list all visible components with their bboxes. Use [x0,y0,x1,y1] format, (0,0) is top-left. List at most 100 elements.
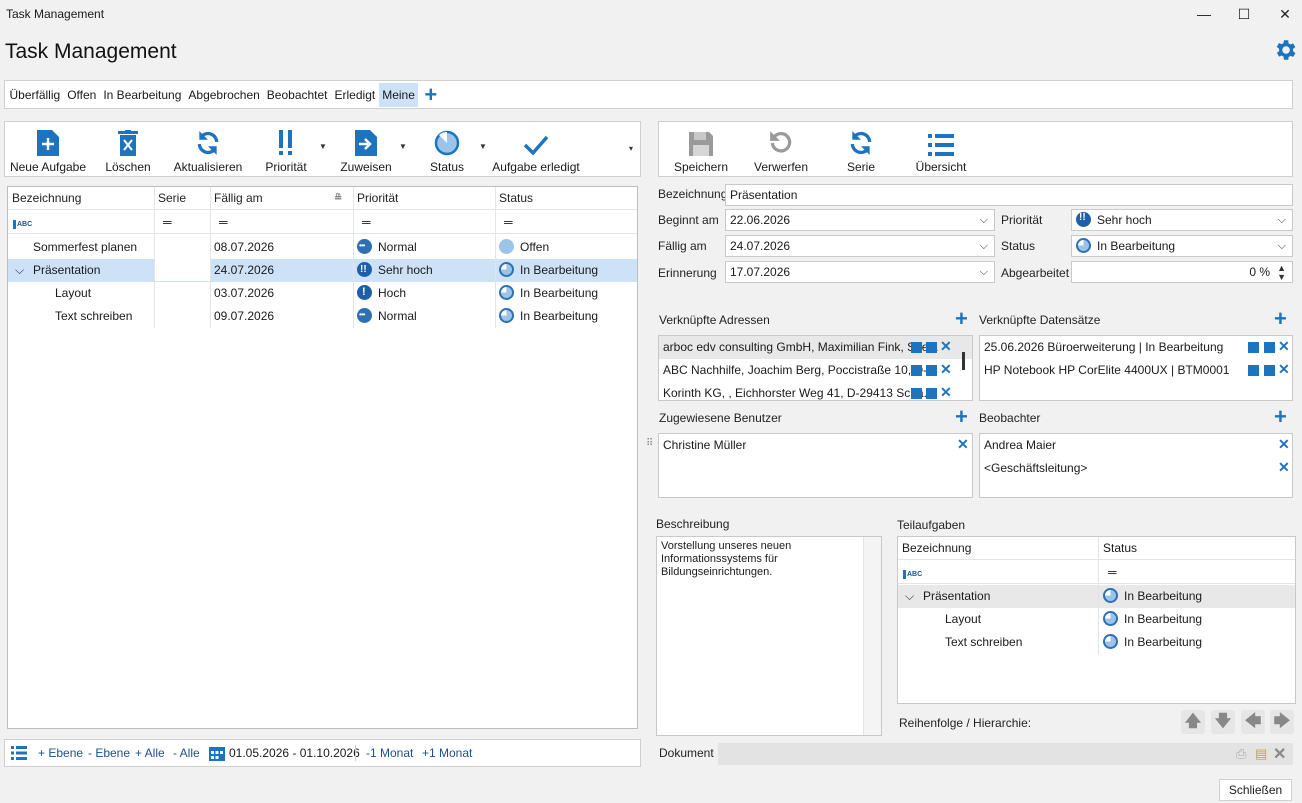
table-row[interactable]: Layout 03.07.2026 Hoch In Bearbeitung [8,282,637,305]
remove-icon[interactable]: ✕ [1278,361,1290,378]
priority-select[interactable]: Sehr hoch⌵ [1071,208,1293,231]
status-select[interactable]: In Bearbeitung ⌵ [1071,235,1293,257]
col-priority[interactable]: Priorität [357,187,398,210]
new-document-icon[interactable]: ▤ [1255,746,1267,762]
open-link-icon[interactable] [911,388,922,399]
progress-spinner[interactable]: 0 % ▲ ▼ [1071,261,1293,283]
chevron-down-icon[interactable]: ⌵ [980,236,988,256]
filter-status[interactable]: ═ [504,211,513,234]
col-series[interactable]: Serie [158,187,186,210]
status-button[interactable]: Status [425,122,469,176]
tab-in-progress[interactable]: In Bearbeitung [100,83,185,107]
list-item[interactable]: Christine Müller [659,434,972,457]
open-link-icon[interactable] [1248,342,1259,353]
assign-button[interactable]: Zuweisen [339,122,393,176]
gear-icon[interactable] [1272,37,1298,63]
tab-overdue[interactable]: Überfällig [6,83,64,107]
reminder-field[interactable]: 17.07.2026 ⌵ [725,261,995,283]
chevron-down-icon[interactable]: ⌵ [1278,236,1286,256]
col-status[interactable]: Status [499,187,533,210]
remove-icon[interactable]: ✕ [1278,338,1290,355]
date-range[interactable]: 01.05.2026 - 01.10.2026 [229,740,360,766]
expand-chevron-icon[interactable]: ⌵ [905,585,914,608]
filter-status[interactable]: ═ [1108,561,1117,584]
attach-icon[interactable]: ⎙ [1236,746,1246,762]
add-address-icon[interactable]: + [955,308,968,330]
remove-icon[interactable]: ✕ [1278,459,1290,476]
col-name[interactable]: Bezeichnung [902,537,971,560]
document-field[interactable]: ⎙ ▤ ✕ [718,743,1293,765]
lookup-icon[interactable] [1264,342,1275,353]
next-month-link[interactable]: +1 Monat [422,740,472,766]
new-task-button[interactable]: Neue Aufgabe [9,122,87,176]
open-link-icon[interactable] [1248,365,1259,376]
lookup-icon[interactable] [926,342,937,353]
lookup-icon[interactable] [926,365,937,376]
calendar-icon[interactable] [209,745,225,761]
filter-priority[interactable]: ═ [362,211,371,234]
toolbar-overflow-icon[interactable]: ▾ [629,144,633,153]
priority-dropdown-icon[interactable]: ▼ [319,142,327,151]
remove-icon[interactable]: ✕ [940,338,952,355]
add-record-icon[interactable]: + [1274,308,1287,330]
due-date-field[interactable]: 24.07.2026 ⌵ [725,235,995,257]
maximize-button[interactable]: ☐ [1226,2,1262,26]
save-button[interactable]: Speichern [669,122,733,176]
lookup-icon[interactable] [1264,365,1275,376]
open-link-icon[interactable] [911,342,922,353]
close-button[interactable]: Schließen [1219,779,1292,801]
list-item[interactable]: 25.06.2026 Büroerweiterung | In Bearbeit… [980,336,1292,359]
col-status[interactable]: Status [1103,537,1137,560]
chevron-down-icon[interactable]: ⌵ [980,210,988,230]
table-row-selected[interactable]: ⌵ Präsentation In Bearbeitung [898,585,1295,608]
table-row[interactable]: Text schreiben 09.07.2026 Normal In Bear… [8,305,637,328]
open-link-icon[interactable] [911,365,922,376]
expand-all-link[interactable]: + Alle [135,740,165,766]
remove-icon[interactable]: ✕ [940,384,952,400]
minimize-button[interactable]: — [1186,2,1222,26]
previous-month-link[interactable]: -1 Monat [366,740,413,766]
spinner-arrows-icon[interactable]: ▲ ▼ [1277,264,1286,282]
tab-done[interactable]: Erledigt [331,83,379,107]
refresh-button[interactable]: Aktualisieren [171,122,245,176]
col-due[interactable]: Fällig am [214,187,263,210]
list-icon[interactable] [11,746,27,760]
collapse-all-link[interactable]: - Alle [173,740,200,766]
assign-dropdown-icon[interactable]: ▼ [399,142,407,151]
text-filter-icon[interactable]: ABC [903,570,922,579]
filter-series[interactable]: ═ [163,211,172,234]
table-row[interactable]: Text schreiben In Bearbeitung [898,631,1295,654]
move-up-icon[interactable]: 🡅 [1181,710,1205,734]
table-row[interactable]: Layout In Bearbeitung [898,608,1295,631]
chevron-down-icon[interactable]: ⌵ [1278,210,1286,230]
expand-chevron-icon[interactable]: ⌵ [15,259,24,282]
tab-open[interactable]: Offen [64,83,100,107]
delete-button[interactable]: Löschen [103,122,153,176]
scrollbar[interactable] [962,352,965,370]
tab-observed[interactable]: Beobachtet [263,83,331,107]
table-row[interactable]: Sommerfest planen 08.07.2026 Normal Offe… [8,236,637,259]
collapse-level-link[interactable]: - Ebene [88,740,130,766]
list-item[interactable]: <Geschäftsleitung> [980,457,1292,480]
filter-due[interactable]: ═ [219,211,228,234]
series-cell-editor[interactable] [155,259,210,281]
remove-document-icon[interactable]: ✕ [1273,744,1286,764]
close-window-button[interactable]: ✕ [1267,2,1302,26]
chevron-down-icon[interactable]: ⌵ [980,262,988,282]
col-name[interactable]: Bezeichnung [12,187,81,210]
overview-button[interactable]: Übersicht [911,122,971,176]
start-date-field[interactable]: 22.06.2026 ⌵ [725,209,995,231]
list-item[interactable]: Andrea Maier [980,434,1292,457]
outdent-icon[interactable]: 🡄 [1241,710,1265,734]
move-down-icon[interactable]: 🡇 [1211,710,1235,734]
remove-icon[interactable]: ✕ [1278,436,1290,453]
lookup-icon[interactable] [926,388,937,399]
priority-button[interactable]: Priorität [263,122,309,176]
remove-icon[interactable]: ✕ [940,361,952,378]
sort-asc-icon[interactable]: ≞ [334,187,342,210]
discard-button[interactable]: Verwerfen [751,122,811,176]
name-field[interactable]: Präsentation [725,184,1293,206]
indent-icon[interactable]: 🡆 [1270,710,1294,734]
table-row-selected[interactable]: ⌵ Präsentation 24.07.2026 Sehr hoch In B… [8,259,637,282]
text-filter-icon[interactable]: ABC [13,220,32,229]
